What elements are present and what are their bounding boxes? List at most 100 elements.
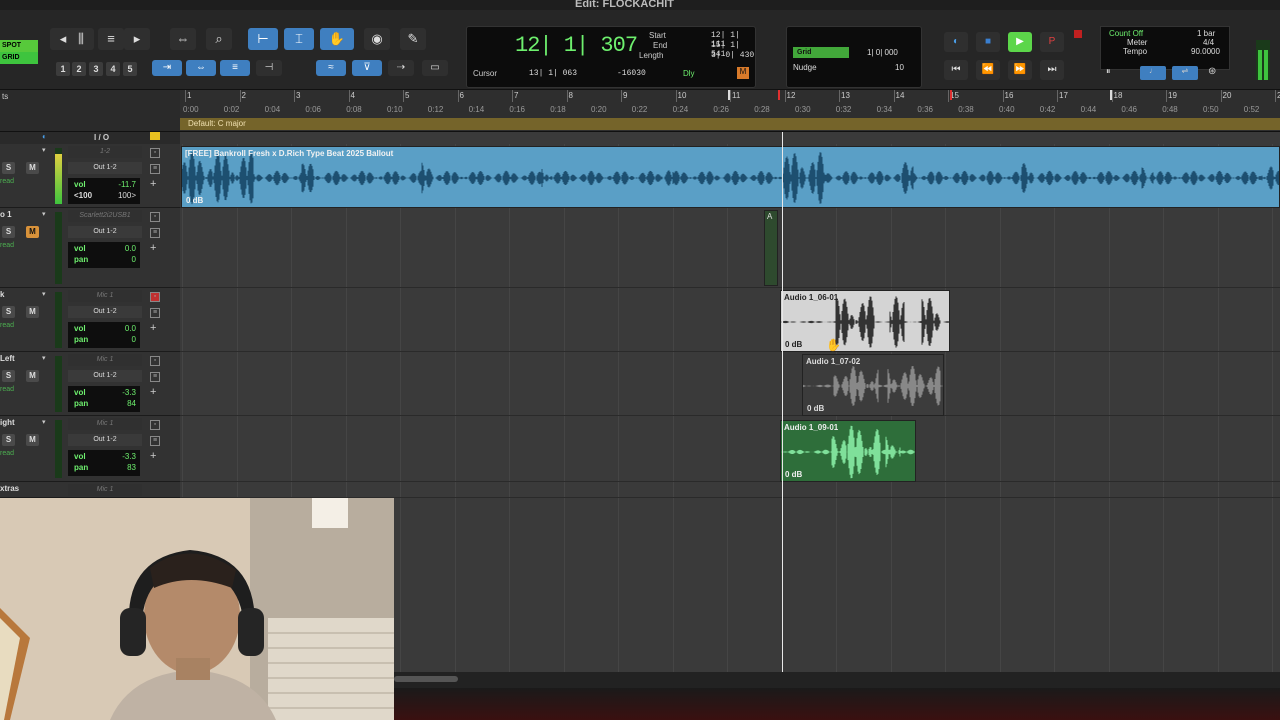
clip-gain-icon[interactable]: ⇢ (388, 60, 414, 76)
metronome-icon[interactable]: ♩ (1140, 66, 1166, 80)
mirror-midi-icon[interactable]: ≈ (316, 60, 346, 76)
dropdown-icon[interactable]: ▾ (42, 418, 46, 426)
grid-mode-button[interactable]: GRID (0, 52, 38, 64)
add-icon[interactable]: + (150, 322, 156, 334)
record-enable-icon[interactable]: ▫ (150, 292, 160, 302)
selector-tool-icon[interactable]: ⌶ (284, 28, 314, 50)
zoom-preset-5[interactable]: 5 (123, 62, 137, 76)
midi-merge-icon[interactable]: M (737, 67, 749, 79)
spot-mode-button[interactable]: SPOT (0, 40, 38, 52)
nudge-value[interactable]: 10 (895, 63, 904, 72)
tab-to-transient-icon[interactable]: ⇥ (152, 60, 182, 76)
solo-button[interactable]: S (2, 226, 15, 238)
ruler-marker[interactable] (1110, 90, 1112, 100)
track-lane[interactable] (180, 482, 1280, 498)
vol-value[interactable]: -3.3 (122, 388, 136, 397)
list-icon[interactable]: ≡ (150, 308, 160, 318)
pencil-icon[interactable]: ✎ (400, 28, 426, 50)
dropdown-icon[interactable]: ▾ (42, 210, 46, 218)
track-header[interactable]: 1-2 ▾ S Mread Out 1-2 vol -11.7 <100 100> ▫ ≡… (0, 144, 180, 208)
grabber-hand-icon[interactable]: ✋ (320, 28, 354, 50)
key-signature-ruler[interactable]: Default: C major (180, 118, 1280, 130)
mute-button[interactable]: M (26, 162, 39, 174)
audio-clip[interactable]: Audio 1_09-01 0 dB (780, 420, 916, 482)
pan-right-value[interactable]: 100> (118, 191, 136, 200)
list-icon[interactable]: ≡ (150, 164, 160, 174)
solo-button[interactable]: S (2, 162, 15, 174)
add-icon[interactable]: + (150, 386, 156, 398)
fast-forward-icon[interactable]: ⏩ (1008, 60, 1032, 80)
add-icon[interactable]: + (150, 450, 156, 462)
track-header[interactable]: xtras Mic 1 (0, 482, 180, 498)
play-icon[interactable]: ▶ (1008, 32, 1032, 52)
audio-clip[interactable]: Audio 1_06-01 0 dB (780, 290, 950, 352)
audio-clip[interactable]: [FREE] Bankroll Fresh x D.Rich Type Beat… (181, 146, 1280, 208)
clip-gain[interactable]: 0 dB (785, 470, 802, 479)
rewind-icon[interactable]: ⏪ (976, 60, 1000, 80)
volume-pan-display[interactable]: vol -3.3 pan 83 (68, 450, 140, 476)
return-to-zero-icon[interactable]: ⏮ (944, 60, 968, 80)
trim-tool-icon[interactable]: ⊢ (248, 28, 278, 50)
automation-mode[interactable]: read (0, 450, 14, 457)
list-icon[interactable]: ≡ (150, 436, 160, 446)
ruler-marker[interactable] (728, 90, 730, 100)
volume-pan-display[interactable]: vol -3.3 pan 84 (68, 386, 140, 412)
link-timeline-icon[interactable]: ⇔ (186, 60, 216, 76)
volume-pan-display[interactable]: vol 0.0 pan 0 (68, 242, 140, 268)
zoom-preset-2[interactable]: 2 (72, 62, 86, 76)
output-selector[interactable]: Out 1-2 (68, 162, 142, 174)
track-header[interactable]: Left Mic 1 ▾ S Mread Out 1-2 vol -3.3 pan 84 … (0, 352, 180, 416)
track-lane[interactable] (180, 288, 1280, 352)
pan-left-value[interactable]: <100 (74, 191, 92, 200)
input-selector[interactable]: Mic 1 (68, 484, 142, 496)
magnify-icon[interactable]: ⌕ (206, 28, 232, 50)
view-icon[interactable]: ◐ (42, 132, 47, 141)
add-icon[interactable]: + (150, 242, 156, 254)
input-selector[interactable]: Mic 1 (68, 290, 142, 302)
mute-button[interactable]: M (26, 434, 39, 446)
mute-button[interactable]: M (26, 306, 39, 318)
track-name[interactable]: Left (0, 354, 15, 363)
vol-value[interactable]: -11.7 (118, 180, 136, 189)
delay-label[interactable]: Dly (683, 69, 695, 78)
scrollbar-thumb[interactable] (394, 676, 458, 682)
input-selector[interactable]: Mic 1 (68, 418, 142, 430)
horizontal-scrollbar[interactable] (394, 672, 1280, 688)
go-to-end-icon[interactable]: ⏭ (1040, 60, 1064, 80)
zoom-preset-4[interactable]: 4 (106, 62, 120, 76)
input-selector[interactable]: 1-2 (68, 146, 142, 158)
pan-value[interactable]: 84 (127, 399, 136, 408)
grid-toggle[interactable]: Grid (793, 47, 849, 58)
count-off-label[interactable]: Count Off (1109, 29, 1143, 38)
mute-button[interactable]: M (26, 226, 39, 238)
clip-gain[interactable]: 0 dB (785, 340, 802, 349)
zoom-midi-icon[interactable]: ≡ (98, 28, 124, 50)
vol-value[interactable]: 0.0 (125, 244, 136, 253)
vol-value[interactable]: 0.0 (125, 324, 136, 333)
list-icon[interactable]: ≡ (150, 228, 160, 238)
clip-gain[interactable]: 0 dB (186, 196, 203, 205)
marker-icon[interactable] (150, 132, 160, 140)
vol-value[interactable]: -3.3 (122, 452, 136, 461)
automation-mode[interactable]: read (0, 386, 14, 393)
zoom-preset-1[interactable]: 1 (56, 62, 70, 76)
track-name[interactable]: k (0, 290, 4, 299)
meter-value[interactable]: 4/4 (1203, 38, 1214, 47)
insertion-follows-icon[interactable]: ⊣ (256, 60, 282, 76)
pan-value[interactable]: 83 (127, 463, 136, 472)
scroll-right-icon[interactable]: ▸ (124, 28, 150, 50)
list-icon[interactable]: ≡ (150, 372, 160, 382)
track-name[interactable]: xtras (0, 484, 19, 493)
output-selector[interactable]: Out 1-2 (68, 306, 142, 318)
main-counter[interactable]: 12| 1| 307 Start 12| 1| 111 End 15| 1| 5… (466, 26, 756, 88)
volume-pan-display[interactable]: vol 0.0 pan 0 (68, 322, 140, 348)
record-enable-icon[interactable]: ▫ (150, 212, 160, 222)
record-mode-icon[interactable]: P (1040, 32, 1064, 52)
clip-gain[interactable]: 0 dB (807, 404, 824, 413)
stop-icon[interactable]: ■ (976, 32, 1000, 52)
input-selector[interactable]: Mic 1 (68, 354, 142, 366)
dropdown-icon[interactable]: ▾ (42, 146, 46, 154)
track-name[interactable]: ight (0, 418, 15, 427)
online-icon[interactable]: ◐ (944, 32, 968, 52)
track-lane[interactable] (180, 416, 1280, 482)
